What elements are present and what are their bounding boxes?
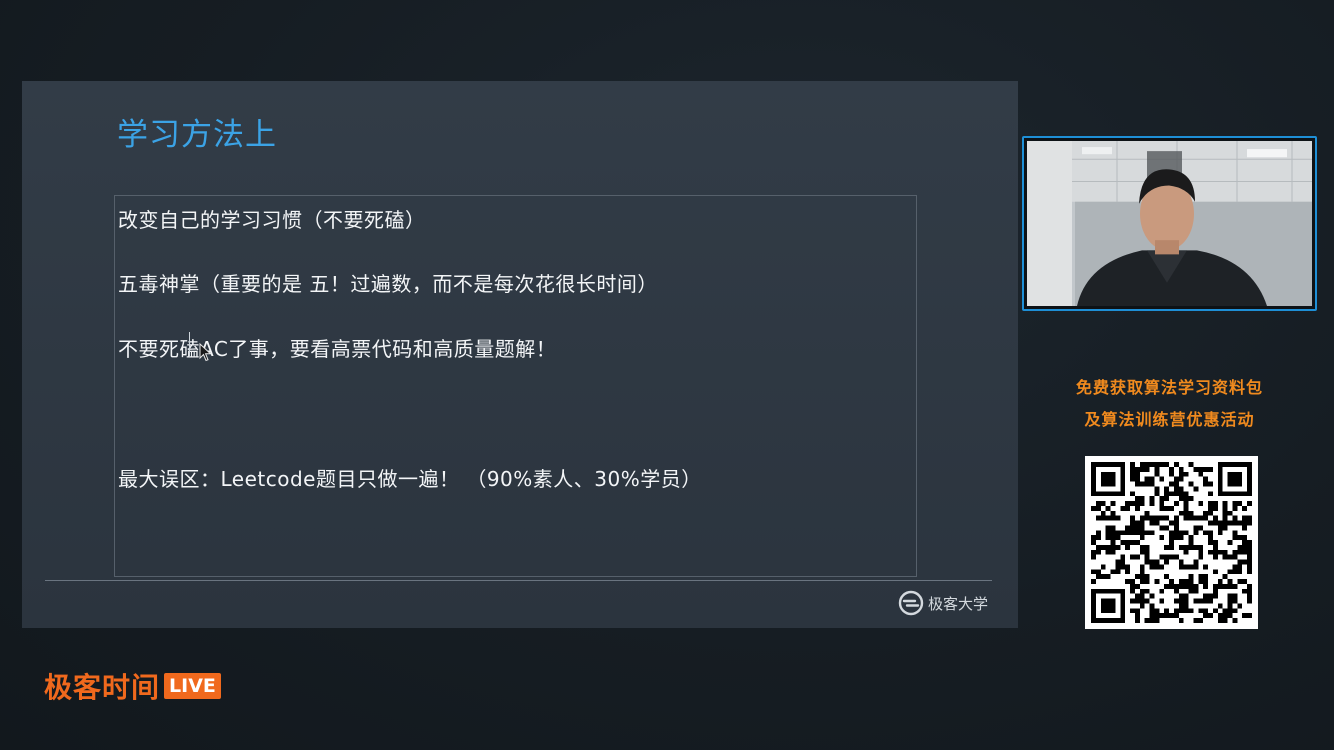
promo-line-1: 免费获取算法学习资料包 [1075,378,1263,397]
slide-bullet-1: 改变自己的学习习惯（不要死磕） [118,208,426,232]
slide-content-box: 改变自己的学习习惯（不要死磕） 五毒神掌（重要的是 五！过遍数，而不是每次花很长… [114,195,917,577]
live-badge: LIVE [164,673,221,699]
geek-logo-icon [898,590,924,616]
geek-time-live-logo: 极客时间 LIVE [44,666,221,706]
text-caret [189,332,190,357]
qr-code [1085,456,1258,629]
webcam-video [1022,136,1317,311]
slide-bullet-3: 不要死磕AC了事，要看高票代码和高质量题解！ [118,337,557,361]
qr-code-image [1091,462,1252,623]
presenter-video-image [1027,141,1312,306]
logo-text: 极客大学 [928,594,989,613]
brand-name: 极客时间 [44,671,161,704]
presentation-slide: 学习方法上 改变自己的学习习惯（不要死磕） 五毒神掌（重要的是 五！过遍数，而不… [22,81,1018,628]
promo-line-2: 及算法训练营优惠活动 [1084,410,1255,429]
webcam-feed [1027,141,1312,306]
promo-text-block: 免费获取算法学习资料包 及算法训练营优惠活动 [1022,372,1317,436]
slide-bullet-2: 五毒神掌（重要的是 五！过遍数，而不是每次花很长时间） [118,272,658,296]
slide-title: 学习方法上 [117,117,277,153]
geekbang-university-logo: 极客大学 [898,589,988,617]
slide-footer-divider [45,580,992,581]
mouse-pointer-icon [199,343,212,362]
slide-bullet-4: 最大误区：Leetcode题目只做一遍！ （90%素人、30%学员） [118,467,702,491]
